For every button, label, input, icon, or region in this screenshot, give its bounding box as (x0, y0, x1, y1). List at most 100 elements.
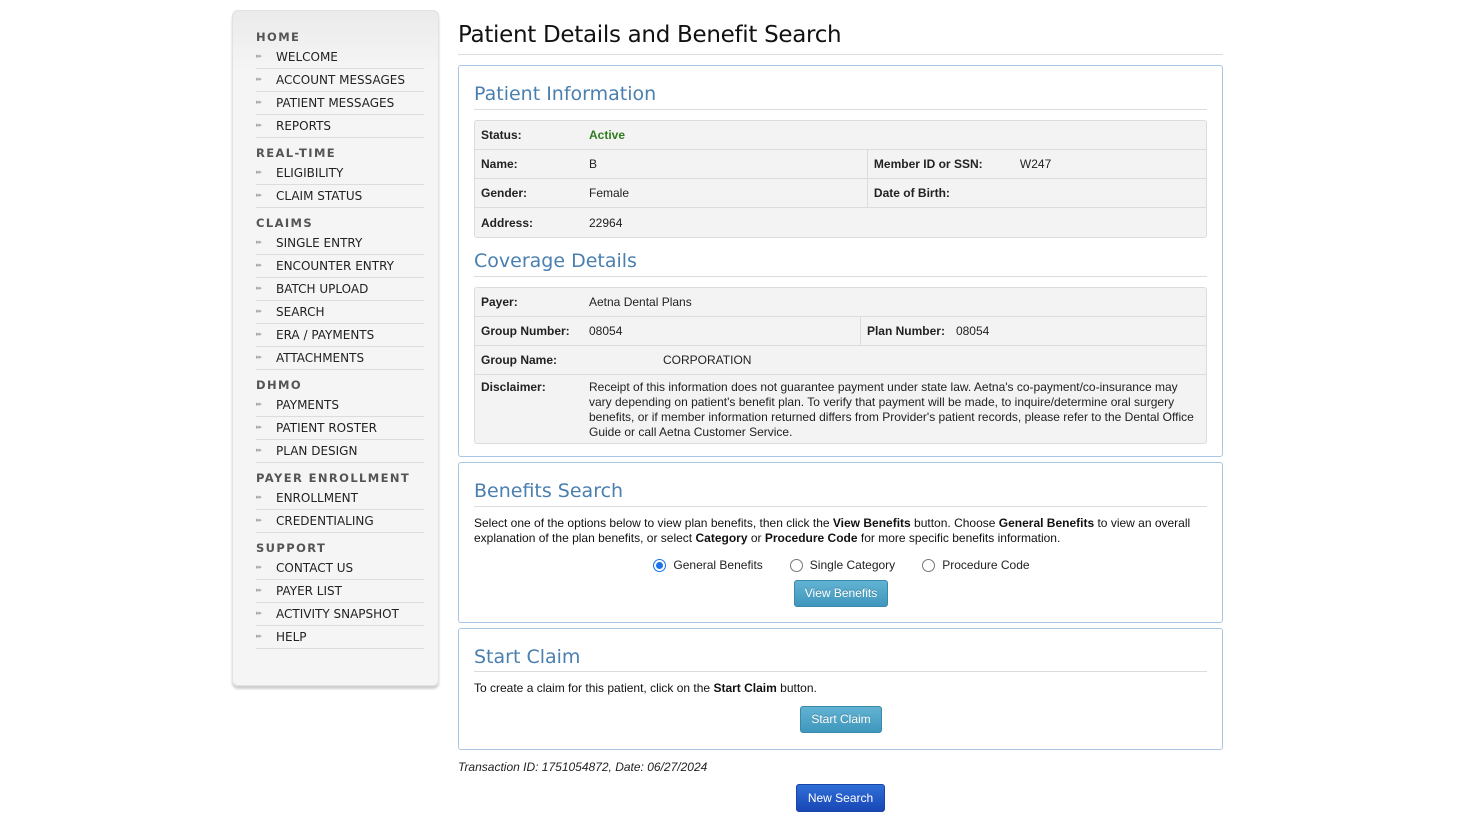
double-chevron-icon: ▸▸ (256, 75, 262, 83)
sidebar-item-payer-list[interactable]: ▸▸ PAYER LIST (256, 580, 424, 603)
sidebar-item-patient-messages[interactable]: ▸▸ PATIENT MESSAGES (256, 92, 424, 115)
sidebar-item-attachments[interactable]: ▸▸ ATTACHMENTS (256, 347, 424, 370)
sidebar-item-batch-upload[interactable]: ▸▸ BATCH UPLOAD (256, 278, 424, 301)
transaction-info: Transaction ID: 1751054872, Date: 06/27/… (458, 760, 708, 774)
radio-label: General Benefits (673, 558, 763, 572)
start-claim-panel: Start Claim To create a claim for this p… (458, 628, 1223, 750)
sidebar-item-label: ELIGIBILITY (276, 166, 344, 180)
status-row: Status: Active (475, 121, 1206, 150)
sidebar-item-payments[interactable]: ▸▸ PAYMENTS (256, 394, 424, 417)
start-claim-heading: Start Claim (474, 644, 1207, 672)
sidebar-item-label: ENROLLMENT (276, 491, 358, 505)
sidebar-item-label: ACTIVITY SNAPSHOT (276, 607, 399, 621)
benefits-search-heading: Benefits Search (474, 478, 1207, 507)
nav-section-claims: CLAIMS ▸▸ SINGLE ENTRY ▸▸ ENCOUNTER ENTRY … (256, 215, 424, 370)
sidebar-item-search[interactable]: ▸▸ SEARCH (256, 301, 424, 324)
double-chevron-icon: ▸▸ (256, 400, 262, 408)
double-chevron-icon: ▸▸ (256, 261, 262, 269)
sidebar-item-label: CLAIM STATUS (276, 189, 363, 203)
nav-section-home: HOME ▸▸ WELCOME ▸▸ ACCOUNT MESSAGES ▸▸ PATI… (256, 29, 424, 138)
start-claim-instructions: To create a claim for this patient, clic… (474, 681, 1207, 696)
sidebar-item-credentialing[interactable]: ▸▸ CREDENTIALING (256, 510, 424, 533)
sidebar-item-label: PATIENT ROSTER (276, 421, 377, 435)
payer-value: Aetna Dental Plans (589, 295, 692, 309)
sidebar-item-claim-status[interactable]: ▸▸ CLAIM STATUS (256, 185, 424, 208)
sidebar-item-welcome[interactable]: ▸▸ WELCOME (256, 46, 424, 69)
instruction-bold: General Benefits (998, 516, 1095, 530)
instruction-bold: Start Claim (713, 681, 777, 695)
gender-label: Gender: (481, 186, 528, 200)
sidebar-item-label: HELP (276, 630, 307, 644)
radio-general-benefits[interactable]: General Benefits (653, 558, 763, 572)
member-id-value: W247 (1019, 157, 1052, 171)
gender-value: Female (589, 186, 630, 200)
nav-heading: HOME (256, 30, 301, 44)
radio-single-category[interactable]: Single Category (789, 558, 896, 572)
start-claim-button[interactable]: Start Claim (800, 705, 882, 733)
double-chevron-icon: ▸▸ (256, 307, 262, 315)
double-chevron-icon: ▸▸ (256, 632, 262, 640)
sidebar-item-label: CREDENTIALING (276, 514, 374, 528)
instruction-bold: Procedure Code (764, 530, 858, 545)
sidebar-item-label: PLAN DESIGN (276, 444, 358, 458)
sidebar-item-reports[interactable]: ▸▸ REPORTS (256, 115, 424, 138)
dob-label: Date of Birth: (873, 186, 950, 200)
sidebar-item-label: PAYER LIST (276, 584, 342, 598)
radio-procedure-code[interactable]: Procedure Code (922, 558, 1030, 572)
sidebar-item-label: WELCOME (276, 50, 338, 64)
radio-label: Single Category (809, 558, 896, 572)
nav-heading: REAL-TIME (256, 146, 337, 160)
benefits-search-panel: Benefits Search Select one of the option… (458, 462, 1223, 623)
nav-heading: DHMO (256, 378, 302, 392)
double-chevron-icon: ▸▸ (256, 330, 262, 338)
nav-section-real-time: REAL-TIME ▸▸ ELIGIBILITY ▸▸ CLAIM STATUS (256, 145, 424, 208)
page-title: Patient Details and Benefit Search (458, 0, 1223, 55)
sidebar-item-label: PAYMENTS (276, 398, 339, 412)
sidebar-item-patient-roster[interactable]: ▸▸ PATIENT ROSTER (256, 417, 424, 440)
radio-unselected-icon[interactable] (922, 558, 936, 572)
plan-number-label: Plan Number: (866, 324, 945, 338)
payer-row: Payer: Aetna Dental Plans (475, 288, 1206, 317)
patient-info-table: Status: Active Name: B Member ID or SSN:… (474, 120, 1207, 238)
sidebar-item-activity-snapshot[interactable]: ▸▸ ACTIVITY SNAPSHOT (256, 603, 424, 626)
sidebar-item-label: ENCOUNTER ENTRY (276, 259, 394, 273)
sidebar-item-encounter-entry[interactable]: ▸▸ ENCOUNTER ENTRY (256, 255, 424, 278)
disclaimer-row: Disclaimer: Receipt of this information … (475, 375, 1206, 443)
nav-heading: CLAIMS (256, 216, 314, 230)
sidebar-item-enrollment[interactable]: ▸▸ ENROLLMENT (256, 487, 424, 510)
double-chevron-icon: ▸▸ (256, 516, 262, 524)
new-search-button[interactable]: New Search (795, 784, 886, 812)
sidebar-item-label: BATCH UPLOAD (276, 282, 369, 296)
benefit-type-radio-group: General Benefits Single Category Procedu… (474, 558, 1207, 572)
sidebar-item-plan-design[interactable]: ▸▸ PLAN DESIGN (256, 440, 424, 463)
sidebar-item-contact-us[interactable]: ▸▸ CONTACT US (256, 557, 424, 580)
radio-unselected-icon[interactable] (789, 558, 803, 572)
view-benefits-button[interactable]: View Benefits (793, 580, 889, 607)
payer-label: Payer: (481, 295, 518, 309)
double-chevron-icon: ▸▸ (256, 98, 262, 106)
sidebar-item-label: SINGLE ENTRY (276, 236, 363, 250)
double-chevron-icon: ▸▸ (256, 168, 262, 176)
instruction-text: button. (776, 681, 817, 695)
sidebar-item-account-messages[interactable]: ▸▸ ACCOUNT MESSAGES (256, 69, 424, 92)
sidebar-item-help[interactable]: ▸▸ HELP (256, 626, 424, 649)
nav-section-payer-enrollment: PAYER ENROLLMENT ▸▸ ENROLLMENT ▸▸ CREDENTI… (256, 470, 424, 533)
sidebar-item-label: CONTACT US (276, 561, 354, 575)
member-id-label: Member ID or SSN: (873, 157, 983, 171)
sidebar-item-era-payments[interactable]: ▸▸ ERA / PAYMENTS (256, 324, 424, 347)
address-label: Address: (481, 215, 534, 230)
group-number-row: Group Number: 08054 Plan Number: 08054 (475, 317, 1206, 346)
sidebar-item-label: ACCOUNT MESSAGES (276, 73, 405, 87)
double-chevron-icon: ▸▸ (256, 493, 262, 501)
sidebar-item-label: ERA / PAYMENTS (276, 328, 375, 342)
sidebar-item-eligibility[interactable]: ▸▸ ELIGIBILITY (256, 162, 424, 185)
address-value: 22964 (589, 215, 623, 230)
sidebar-item-single-entry[interactable]: ▸▸ SINGLE ENTRY (256, 232, 424, 255)
name-value: B (589, 157, 598, 171)
radio-selected-icon[interactable] (653, 558, 667, 572)
status-badge: Active (589, 128, 626, 142)
plan-number-value: 08054 (955, 324, 990, 338)
instruction-text: for more specific benefits information. (857, 530, 1061, 545)
name-label: Name: (481, 157, 518, 171)
sidebar-item-label: REPORTS (276, 119, 332, 133)
